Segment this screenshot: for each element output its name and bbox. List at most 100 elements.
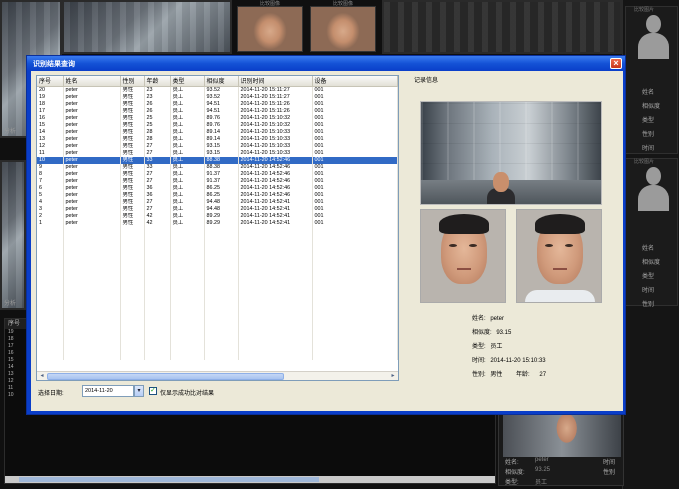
column-header[interactable]: 年龄 [144,76,171,87]
empty-cell [144,296,171,304]
filter-bar: 选择日期: 2014-11-20 ▾ ✓ 仅显示成功比对结果 [36,384,396,400]
table-cell-no: 19 [37,93,64,101]
dialog-title: 识别结果查询 [33,61,75,68]
scrollbar-thumb[interactable] [19,477,319,482]
empty-cell [170,240,205,248]
table-row[interactable]: 15 peter 男性 25 员工 89.76 2014-11-20 15:10:32 001 [37,121,398,129]
empty-cell [204,282,239,290]
dialog-title-bar[interactable]: 识别结果查询 × [27,56,625,71]
empty-cell [37,352,64,360]
table-cell-name: peter [63,191,121,199]
table-row[interactable]: 3 peter 男性 27 员工 94.48 2014-11-20 14:52:41 001 [37,205,398,213]
table-row[interactable]: 16 peter 男性 25 员工 89.76 2014-11-20 15:10:32 001 [37,114,398,122]
table-cell-name: peter [63,100,121,108]
table-cell-type: 员工 [170,107,205,115]
empty-cell [312,240,398,248]
face-thumbnail-1[interactable]: 比较图像 [237,1,303,52]
table-cell-name: peter [63,205,121,213]
table-row[interactable]: 17 peter 男性 26 员工 94.51 2014-11-20 15:11:26 001 [37,107,398,115]
empty-cell [144,345,171,353]
table-cell-time: 2014-11-20 15:10:32 [238,114,313,122]
empty-cell [170,282,205,290]
table-cell-score: 89.29 [204,219,239,227]
table-cell-time: 2014-11-20 14:52:46 [238,191,313,199]
scrollbar-thumb[interactable] [47,373,284,380]
empty-cell [144,233,171,241]
table-row[interactable]: 12 peter 男性 27 员工 93.15 2014-11-20 15:10:33 001 [37,142,398,150]
table-row[interactable]: 5 peter 男性 36 员工 86.25 2014-11-20 14:52:46 001 [37,191,398,199]
empty-cell [238,296,313,304]
empty-cell [120,331,145,339]
table-row[interactable]: 14 peter 男性 28 员工 89.14 2014-11-20 15:10:33 001 [37,128,398,136]
record-name-row: 姓名: peter [472,313,504,322]
compare-card-1[interactable]: 比较图片 姓名 相似度 类型 性别 时间 [625,6,678,154]
success-only-checkbox[interactable]: ✓ [149,387,157,395]
table-row[interactable]: 2 peter 男性 42 员工 89.29 2014-11-20 14:52:41 001 [37,212,398,220]
empty-cell [170,310,205,318]
table-row[interactable]: 11 peter 男性 27 员工 93.15 2014-11-20 15:10:33 001 [37,149,398,157]
column-header[interactable]: 姓名 [63,76,121,87]
table-row[interactable]: 13 peter 男性 28 员工 89.14 2014-11-20 15:10:33 001 [37,135,398,143]
empty-cell [238,324,313,332]
table-cell-device: 001 [312,93,398,101]
table-row[interactable]: 8 peter 男性 27 员工 91.37 2014-11-20 14:52:46 001 [37,170,398,178]
camera-view-left-mid[interactable]: 分析 [0,160,26,310]
compare-field-label: 类型 [642,274,655,280]
column-header[interactable]: 识别时间 [238,76,313,87]
column-header[interactable]: 相似度 [204,76,239,87]
date-picker-input[interactable]: 2014-11-20 [82,385,134,397]
table-cell-name: peter [63,156,121,164]
compare-field-label: 性别 [642,132,655,138]
column-header[interactable]: 类型 [170,76,205,87]
face-thumbnail-2[interactable]: 比较图像 [310,1,376,52]
empty-row [37,226,398,234]
table-cell-device: 001 [312,163,398,171]
table-row[interactable]: 18 peter 男性 26 员工 94.51 2014-11-20 15:11:26 001 [37,100,398,108]
checkbox-label[interactable]: 仅显示成功比对结果 [160,388,214,397]
column-header[interactable]: 性别 [120,76,145,87]
table-cell-device: 001 [312,170,398,178]
empty-cell [63,345,121,353]
empty-cell [37,233,64,241]
empty-cell [204,240,239,248]
column-header[interactable]: 设备 [312,76,398,87]
compare-card-header: 比较图片 [634,159,655,165]
table-cell-device: 001 [312,156,398,164]
empty-cell [63,303,121,311]
table-row[interactable]: 6 peter 男性 36 员工 86.25 2014-11-20 14:52:46 001 [37,184,398,192]
table-row[interactable]: 10 peter 男性 33 员工 88.38 2014-11-20 14:52:46 001 [37,156,398,164]
table-cell-age: 33 [144,163,171,171]
empty-cell [37,226,64,234]
close-icon[interactable]: × [610,58,622,69]
camera-view-top[interactable] [62,0,232,54]
table-row[interactable]: 7 peter 男性 27 员工 91.37 2014-11-20 14:52:46 001 [37,177,398,185]
result-list-grid[interactable]: 序号 姓名 性别 年龄 类型 相似度 识别时间 设备 20 peter 男性 23 员工… [36,75,399,381]
empty-cell [170,303,205,311]
compare-card-2[interactable]: 比较图片 姓名 相似度 类型 时间 性别 [625,158,678,308]
scroll-right-icon[interactable]: ▸ [389,373,397,380]
table-cell-no: 2 [37,212,64,220]
empty-cell [238,254,313,262]
scroll-left-icon[interactable]: ◂ [38,373,46,380]
table-cell-age: 27 [144,177,171,185]
table-cell-type: 员工 [170,156,205,164]
record-name-label: 姓名: [472,316,486,322]
table-row[interactable]: 20 peter 男性 23 员工 93.52 2014-11-20 15:11:27 001 [37,86,398,94]
column-header[interactable]: 序号 [37,76,64,87]
empty-row [37,254,398,262]
horizontal-scrollbar[interactable] [5,476,495,483]
empty-cell [170,317,205,325]
table-row[interactable]: 9 peter 男性 33 员工 88.38 2014-11-20 14:52:46 001 [37,163,398,171]
table-row[interactable]: 4 peter 男性 27 员工 94.48 2014-11-20 14:52:41 001 [37,198,398,206]
table-cell-name: peter [63,142,121,150]
record-age-label: 年龄: [516,372,530,378]
table-cell-no: 12 [37,142,64,150]
camera-view-top-right[interactable] [382,0,622,54]
table-cell-no: 20 [37,86,64,94]
table-cell-gender: 男性 [120,93,145,101]
table-row[interactable]: 19 peter 男性 23 员工 93.52 2014-11-20 15:11:27 001 [37,93,398,101]
empty-cell [238,240,313,248]
horizontal-scrollbar[interactable]: ◂ ▸ [37,371,398,380]
chevron-down-icon[interactable]: ▾ [134,385,144,397]
table-row[interactable]: 1 peter 男性 42 员工 89.29 2014-11-20 14:52:41 001 [37,219,398,227]
